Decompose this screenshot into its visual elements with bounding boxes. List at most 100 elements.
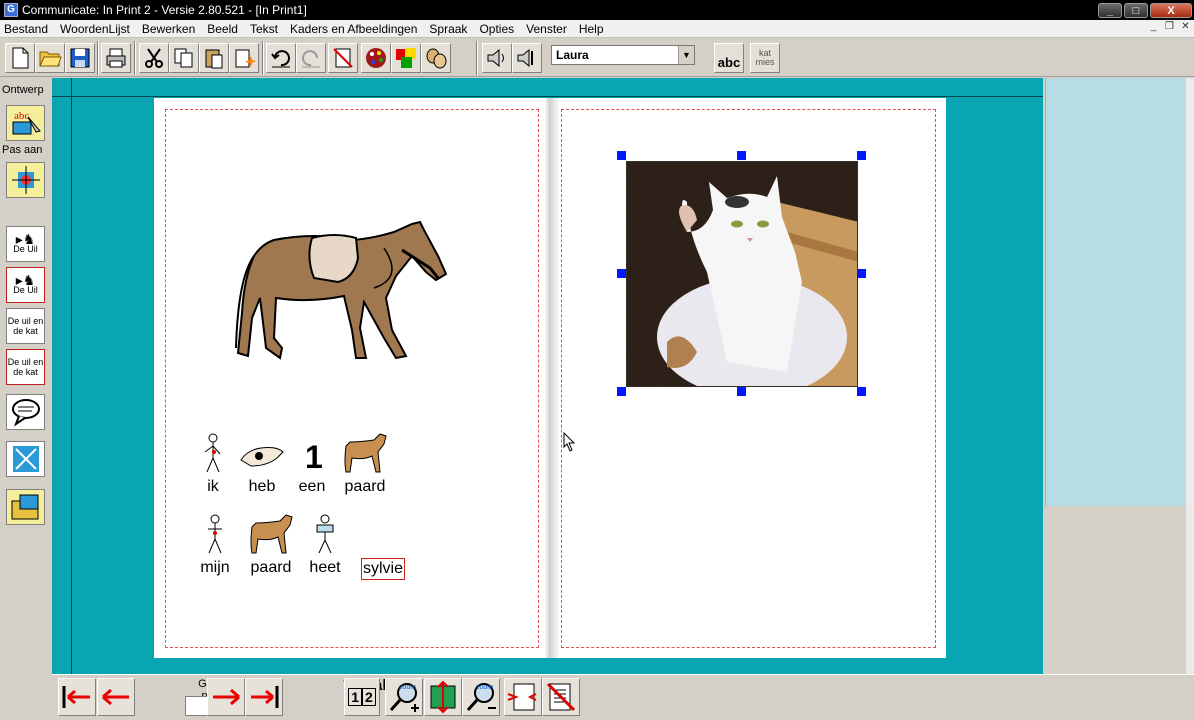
voice-select[interactable]: Laura ▼ — [551, 45, 695, 65]
speak-settings-button[interactable] — [512, 43, 542, 73]
cut-button[interactable] — [139, 43, 169, 73]
chevron-down-icon[interactable]: ▼ — [678, 46, 694, 64]
delete-page-icon — [546, 682, 576, 712]
fit-page-button[interactable] — [424, 678, 462, 716]
undo-icon — [271, 50, 290, 68]
print-button[interactable] — [101, 43, 131, 73]
maximize-button[interactable]: □ — [1124, 2, 1148, 18]
redo-icon — [302, 50, 320, 68]
mdi-minimize-icon[interactable]: _ — [1147, 21, 1160, 34]
mdi-controls: _ ❐ ✕ — [1147, 21, 1192, 34]
next-page-button[interactable] — [207, 678, 245, 716]
previous-page-button[interactable] — [97, 678, 135, 716]
mode-design-label: Ontwerp — [2, 84, 44, 96]
menu-opties[interactable]: Opties — [473, 22, 520, 36]
frame-button-4[interactable]: De uil en de kat — [6, 349, 45, 385]
resize-handle-tr[interactable] — [857, 151, 866, 160]
adjust-mode-button[interactable] — [6, 162, 45, 198]
svg-text:zoom: zoom — [476, 684, 493, 691]
paste-special-icon — [235, 49, 256, 68]
highlighted-word-sylvie[interactable]: sylvie — [361, 558, 405, 580]
menu-beeld[interactable]: Beeld — [201, 22, 244, 36]
speech-bubble-button[interactable] — [6, 394, 45, 430]
shapes-button[interactable] — [421, 43, 451, 73]
resize-handle-bm[interactable] — [737, 387, 746, 396]
zoom-in-button[interactable]: zoom — [385, 678, 423, 716]
symbol-ik[interactable]: ik — [188, 432, 238, 496]
menu-venster[interactable]: Venster — [520, 22, 573, 36]
frame-button-1[interactable]: ▸♞ De Uil — [6, 226, 45, 262]
arrow-right-icon — [213, 688, 240, 706]
page-layout-button[interactable]: 12 — [344, 678, 380, 716]
word-heet: heet — [309, 559, 341, 576]
redo-button[interactable] — [296, 43, 326, 73]
symbol-heb[interactable]: heb — [237, 432, 287, 496]
insert-page-button[interactable] — [504, 678, 542, 716]
symbol-mijn[interactable]: mijn — [190, 513, 240, 577]
adjust-icon — [11, 166, 40, 194]
design-abc-icon: abc — [12, 110, 41, 135]
owl-icon: ▸♞ — [15, 272, 36, 288]
cat-photo[interactable] — [626, 161, 858, 387]
fit-page-icon — [430, 680, 456, 714]
resize-handle-ml[interactable] — [617, 269, 626, 278]
frame-button-3[interactable]: De uil en de kat — [6, 308, 45, 344]
close-button[interactable]: X — [1150, 2, 1192, 18]
open-folder-icon — [39, 51, 62, 67]
design-mode-button[interactable]: abc — [6, 105, 45, 141]
new-document-button[interactable] — [5, 43, 35, 73]
resize-handle-tm[interactable] — [737, 151, 746, 160]
kat-mies-button[interactable]: kat mies — [750, 43, 780, 73]
resize-handle-tl[interactable] — [617, 151, 626, 160]
horse-icon — [250, 514, 293, 554]
menu-spraak[interactable]: Spraak — [423, 22, 473, 36]
undo-button[interactable] — [266, 43, 296, 73]
menu-woordenlijst[interactable]: WoordenLijst — [54, 22, 136, 36]
menu-bar: Bestand WoordenLijst Bewerken Beeld Teks… — [0, 20, 1194, 38]
open-button[interactable] — [35, 43, 65, 73]
resize-handle-bl[interactable] — [617, 387, 626, 396]
spellcheck-button[interactable]: abc — [714, 43, 744, 73]
symbol-paard-2[interactable]: paard — [246, 513, 296, 577]
menu-help[interactable]: Help — [573, 22, 610, 36]
delete-button[interactable] — [328, 43, 358, 73]
first-page-button[interactable] — [58, 678, 96, 716]
speak-button[interactable] — [482, 43, 512, 73]
horse-picture[interactable] — [234, 218, 448, 363]
menu-bewerken[interactable]: Bewerken — [136, 22, 201, 36]
title-bar: G Communicate: In Print 2 - Versie 2.80.… — [0, 0, 1194, 20]
minimize-button[interactable]: _ — [1098, 2, 1122, 18]
copy-button[interactable] — [169, 43, 199, 73]
word-mijn: mijn — [200, 559, 230, 576]
delete-page-button[interactable] — [542, 678, 580, 716]
paste-special-button[interactable] — [229, 43, 259, 73]
vertical-scrollbar[interactable] — [1186, 78, 1194, 676]
resize-handle-mr[interactable] — [857, 269, 866, 278]
resize-handle-br[interactable] — [857, 387, 866, 396]
svg-text:zoom: zoom — [399, 684, 416, 691]
word-paard: paard — [344, 478, 386, 495]
menu-kaders[interactable]: Kaders en Afbeeldingen — [284, 22, 423, 36]
symbol-paard[interactable]: paard — [340, 432, 390, 496]
arrow-left-icon — [102, 688, 129, 706]
save-button[interactable] — [65, 43, 95, 73]
palette-icon — [366, 48, 386, 68]
color-button[interactable] — [391, 43, 421, 73]
frame-button-2[interactable]: ▸♞ De Uil — [6, 267, 45, 303]
last-page-button[interactable] — [245, 678, 283, 716]
menu-bestand[interactable]: Bestand — [0, 22, 54, 36]
color-blocks-icon — [396, 48, 416, 68]
paste-button[interactable] — [199, 43, 229, 73]
symbol-heet[interactable]: heet — [300, 513, 350, 577]
image-folder-button[interactable] — [6, 489, 45, 525]
zoom-out-button[interactable]: zoom — [462, 678, 500, 716]
mdi-close-icon[interactable]: ✕ — [1179, 21, 1192, 34]
menu-tekst[interactable]: Tekst — [244, 22, 284, 36]
mdi-restore-icon[interactable]: ❐ — [1163, 21, 1176, 34]
symbol-een[interactable]: 1 een — [287, 432, 337, 496]
save-icon — [70, 48, 90, 68]
name-tag-icon — [316, 514, 334, 554]
voice-value: Laura — [556, 48, 589, 62]
palette-button[interactable] — [361, 43, 391, 73]
fit-button[interactable] — [6, 441, 45, 477]
